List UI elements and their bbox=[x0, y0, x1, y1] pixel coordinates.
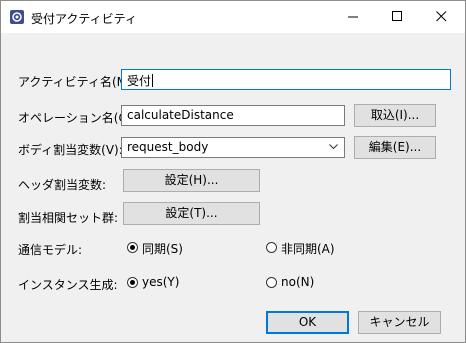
instance-creation-label: インスタンス生成: bbox=[18, 278, 118, 292]
minimize-icon bbox=[348, 16, 358, 18]
text-caret bbox=[152, 74, 154, 87]
radio-dot bbox=[130, 245, 135, 250]
cancel-button[interactable]: キャンセル bbox=[358, 311, 441, 334]
body-variable-label: ボディ割当変数(V): bbox=[18, 143, 123, 157]
operation-name-input[interactable]: calculateDistance bbox=[121, 105, 345, 126]
operation-name-label: オペレーション名(O): bbox=[18, 111, 137, 125]
radio-async-label: 非同期(A) bbox=[281, 242, 335, 256]
radio-circle-selected bbox=[127, 277, 138, 288]
maximize-button[interactable] bbox=[376, 1, 420, 33]
body-variable-value: request_body bbox=[127, 140, 209, 154]
radio-yes[interactable]: yes(Y) bbox=[127, 275, 207, 291]
header-settings-button[interactable]: 設定(H)... bbox=[123, 169, 260, 192]
chevron-down-icon bbox=[329, 144, 338, 150]
app-gear-icon bbox=[10, 10, 24, 24]
ok-button[interactable]: OK bbox=[266, 311, 349, 334]
radio-dot bbox=[130, 280, 135, 285]
radio-sync[interactable]: 同期(S) bbox=[127, 240, 207, 256]
correlation-settings-button[interactable]: 設定(T)... bbox=[123, 202, 260, 225]
activity-name-value: 受付 bbox=[127, 74, 152, 88]
radio-async[interactable]: 非同期(A) bbox=[266, 240, 346, 256]
radio-no-label: no(N) bbox=[281, 275, 315, 289]
operation-name-value: calculateDistance bbox=[127, 108, 234, 122]
import-button[interactable]: 取込(I)... bbox=[354, 104, 436, 127]
comm-model-label: 通信モデル: bbox=[18, 243, 83, 257]
header-variable-label: ヘッダ割当変数: bbox=[18, 178, 107, 192]
close-icon bbox=[436, 11, 447, 22]
dialog-window: 受付アクティビティ アクティビティ名(M): 受付 オペレーション名(O): c… bbox=[0, 0, 466, 343]
close-button[interactable] bbox=[420, 1, 464, 33]
radio-yes-label: yes(Y) bbox=[142, 275, 180, 289]
radio-no[interactable]: no(N) bbox=[266, 275, 346, 291]
radio-circle bbox=[266, 242, 277, 253]
edit-button[interactable]: 編集(E)... bbox=[354, 136, 436, 159]
activity-name-label: アクティビティ名(M): bbox=[18, 75, 136, 89]
body-variable-select[interactable]: request_body bbox=[121, 137, 345, 158]
maximize-icon bbox=[392, 11, 402, 21]
activity-name-input[interactable]: 受付 bbox=[121, 69, 451, 90]
window-title: 受付アクティビティ bbox=[31, 12, 137, 26]
minimize-button[interactable] bbox=[332, 1, 376, 33]
title-bar[interactable]: 受付アクティビティ bbox=[1, 1, 465, 33]
radio-circle-selected bbox=[127, 242, 138, 253]
radio-sync-label: 同期(S) bbox=[142, 242, 183, 256]
radio-circle bbox=[266, 277, 277, 288]
correlation-set-label: 割当相関セット群: bbox=[18, 211, 119, 225]
